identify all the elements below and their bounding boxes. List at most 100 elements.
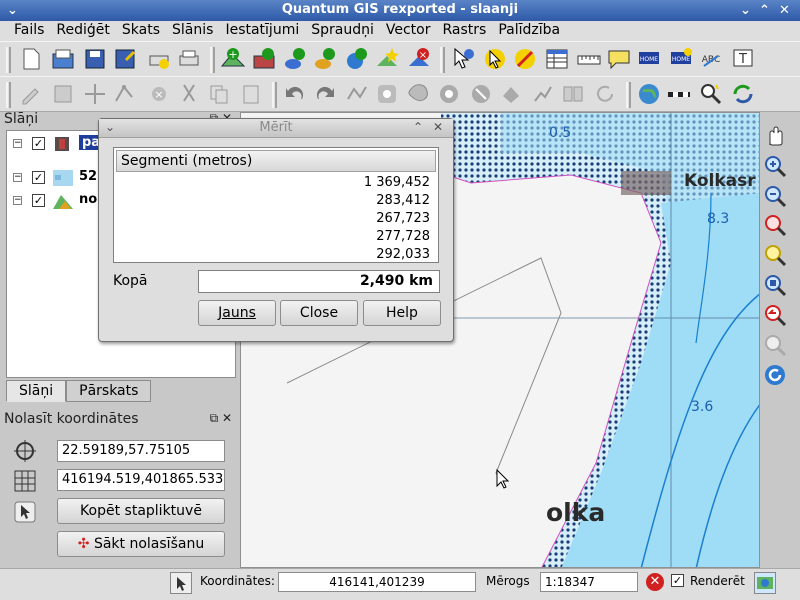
zoom-out-icon[interactable] [762, 183, 788, 209]
layer-visibility-checkbox[interactable]: ✓ [32, 171, 45, 184]
projected-coordinates-field[interactable]: 416194.519,401865.533 [57, 469, 225, 491]
maximize-icon[interactable]: ⌃ [756, 2, 773, 19]
geographic-coordinates-field[interactable]: 22.59189,57.75105 [57, 440, 225, 462]
save-project-icon[interactable] [82, 46, 108, 72]
text-tool-icon[interactable]: T [730, 46, 756, 72]
delete-selected-icon[interactable]: × [146, 81, 172, 107]
pan-icon[interactable] [762, 123, 788, 149]
add-spatialite-layer-icon[interactable] [312, 46, 338, 72]
zoom-last-icon[interactable] [762, 302, 788, 328]
map-tips-icon[interactable] [606, 46, 632, 72]
close-window-icon[interactable]: ✕ [776, 2, 793, 19]
collapse-icon[interactable]: − [13, 173, 22, 182]
reshape-icon[interactable] [498, 81, 524, 107]
delete-part-icon[interactable] [468, 81, 494, 107]
save-as-icon[interactable] [112, 46, 138, 72]
add-ring-icon[interactable] [374, 81, 400, 107]
dock-buttons[interactable]: ⧉ ✕ [210, 411, 232, 426]
help-button[interactable]: Help [363, 300, 441, 326]
measure-line-icon[interactable] [576, 46, 602, 72]
refresh-plugin-icon[interactable] [730, 81, 756, 107]
move-feature-icon[interactable] [112, 81, 138, 107]
add-raster-layer-icon[interactable] [252, 46, 278, 72]
add-part-icon[interactable] [406, 81, 432, 107]
gps-tools-icon[interactable] [636, 81, 662, 107]
tab-overview[interactable]: Pārskats [66, 380, 152, 402]
segments-table[interactable]: Segmenti (metros) 1 369,452 283,412 267,… [113, 147, 439, 263]
segments-column-header[interactable]: Segmenti (metros) [116, 150, 436, 172]
new-project-icon[interactable] [18, 46, 44, 72]
simplify-feature-icon[interactable] [344, 81, 370, 107]
zoom-to-layer-icon[interactable] [762, 272, 788, 298]
capture-mouse-icon[interactable] [12, 499, 38, 525]
deselect-icon[interactable] [512, 46, 538, 72]
text-annotation-icon[interactable]: ABC [698, 46, 724, 72]
toggle-extents-icon[interactable] [170, 572, 192, 594]
zoom-full-icon[interactable] [762, 212, 788, 238]
tab-layers[interactable]: Slāņi [6, 380, 67, 402]
attribute-table-icon[interactable] [544, 46, 570, 72]
layer-visibility-checkbox[interactable]: ✓ [32, 194, 45, 207]
split-features-icon[interactable] [530, 81, 556, 107]
toolbar-grip[interactable] [6, 82, 11, 108]
dialog-maximize-icon[interactable]: ⌃ [413, 120, 423, 134]
undo-icon[interactable] [282, 81, 308, 107]
toolbar-grip[interactable] [626, 82, 631, 108]
print-composer-icon[interactable] [146, 46, 172, 72]
menu-file[interactable]: Fails [8, 21, 50, 41]
add-vector-layer-icon[interactable]: + [220, 46, 246, 72]
menu-view[interactable]: Skats [116, 21, 166, 41]
projection-icon[interactable] [754, 572, 776, 594]
menu-plugins[interactable]: Spraudņi [305, 21, 380, 41]
dialog-close-icon[interactable]: ✕ [433, 120, 443, 134]
copy-to-clipboard-button[interactable]: Kopēt stapliktuvē [57, 498, 225, 524]
paste-features-icon[interactable] [238, 81, 264, 107]
render-checkbox[interactable]: ✓ [671, 574, 684, 587]
menu-settings[interactable]: Iestatījumi [219, 21, 305, 41]
dialog-title-bar[interactable]: ⌄ Mērīt ⌃ ✕ [99, 119, 453, 138]
stop-render-icon[interactable]: ✕ [646, 573, 664, 591]
remove-layer-icon[interactable]: × [406, 46, 432, 72]
collapse-icon[interactable]: − [13, 196, 22, 205]
copy-features-icon[interactable] [206, 81, 232, 107]
delete-ring-icon[interactable] [436, 81, 462, 107]
menu-edit[interactable]: Rediģēt [50, 21, 115, 41]
new-measure-button[interactable]: Jauns [198, 300, 276, 326]
minimize-icon[interactable]: ⌄ [737, 2, 754, 19]
zoom-in-icon[interactable] [762, 153, 788, 179]
toolbar-grip[interactable] [272, 82, 277, 108]
cut-features-icon[interactable] [176, 81, 202, 107]
toolbar-grip[interactable] [6, 47, 11, 73]
save-edits-icon[interactable] [50, 81, 76, 107]
add-postgis-layer-icon[interactable] [282, 46, 308, 72]
add-feature-icon[interactable] [82, 81, 108, 107]
identify-icon[interactable] [450, 46, 476, 72]
menu-help[interactable]: Palīdzība [492, 21, 566, 41]
close-button[interactable]: Close [280, 300, 358, 326]
menu-layer[interactable]: Slānis [166, 21, 219, 41]
new-bookmark-icon[interactable]: HOME [636, 46, 662, 72]
new-vector-layer-icon[interactable] [374, 46, 400, 72]
zoom-to-selection-icon[interactable] [762, 242, 788, 268]
start-capture-button[interactable]: ✣ Sākt nolasīšanu [57, 531, 225, 557]
menu-vector[interactable]: Vector [380, 21, 437, 41]
toggle-editing-icon[interactable] [18, 81, 44, 107]
scale-bar-icon[interactable] [666, 81, 692, 107]
merge-features-icon[interactable] [560, 81, 586, 107]
show-bookmarks-icon[interactable]: HOME [668, 46, 694, 72]
rotate-point-icon[interactable] [592, 81, 618, 107]
toolbar-grip[interactable] [440, 47, 445, 73]
menu-raster[interactable]: Rastrs [437, 21, 493, 41]
scale-field[interactable]: 1:18347 [540, 572, 638, 592]
print-icon[interactable] [176, 46, 202, 72]
toolbar-grip[interactable] [210, 47, 215, 73]
georeferencer-icon[interactable] [698, 81, 724, 107]
refresh-icon[interactable] [762, 362, 788, 388]
redo-icon[interactable] [312, 81, 338, 107]
collapse-icon[interactable]: − [13, 139, 22, 148]
select-features-icon[interactable] [482, 46, 508, 72]
zoom-next-icon[interactable] [762, 332, 788, 358]
add-wms-layer-icon[interactable] [344, 46, 370, 72]
layer-visibility-checkbox[interactable]: ✓ [32, 137, 45, 150]
open-project-icon[interactable] [50, 46, 76, 72]
